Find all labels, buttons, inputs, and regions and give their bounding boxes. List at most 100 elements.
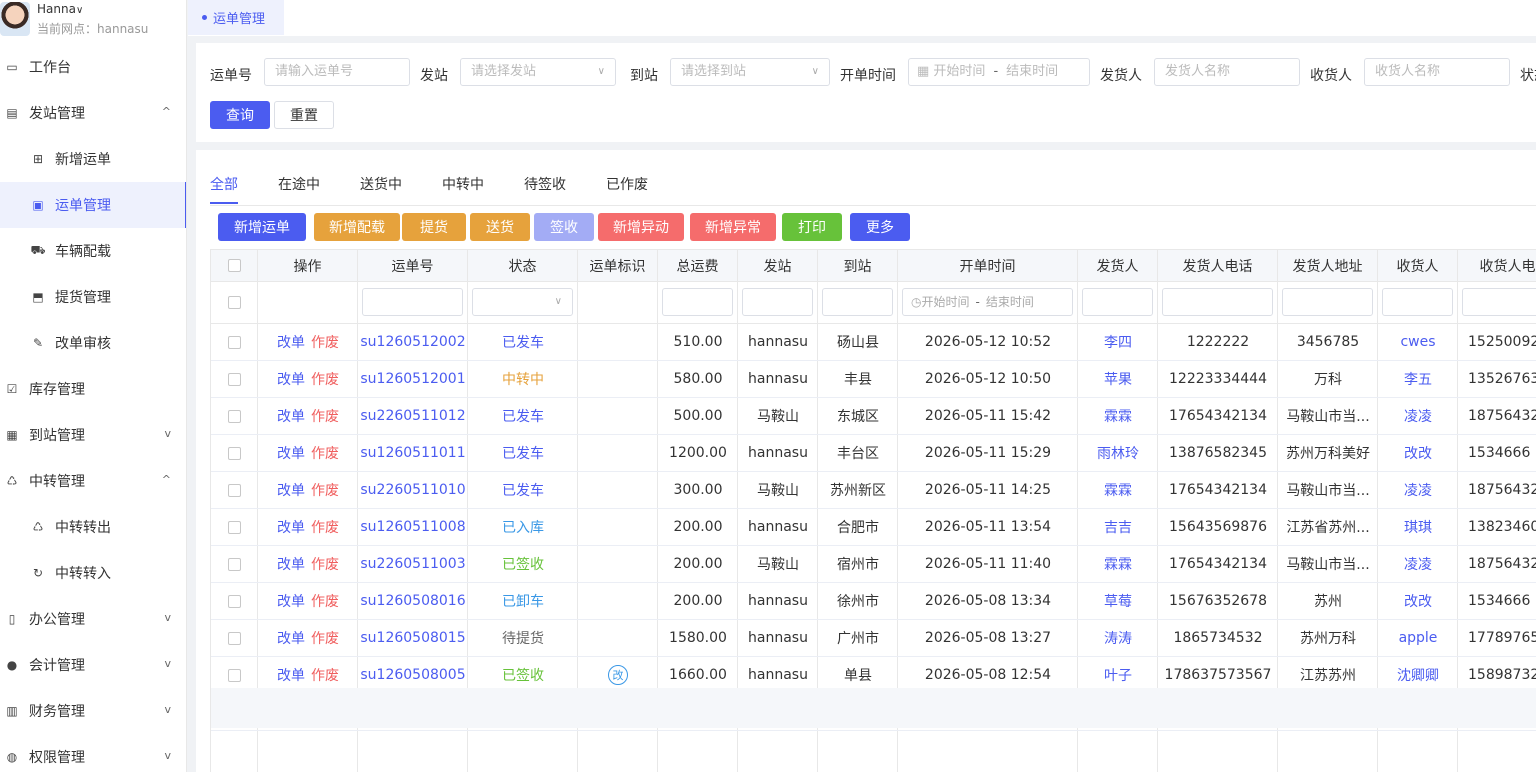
filter-checkbox[interactable]	[227, 296, 241, 309]
void-order-link[interactable]: 作废	[311, 369, 339, 389]
waybill-number-link[interactable]: su1260512002	[358, 324, 468, 360]
tab-status-6[interactable]: 已作废	[606, 174, 648, 194]
void-order-link[interactable]: 作废	[311, 443, 339, 463]
action-button-9[interactable]: 更多	[850, 213, 910, 241]
row-checkbox[interactable]	[228, 520, 241, 534]
filter-input-from[interactable]	[742, 288, 813, 316]
receiver-name-link[interactable]: 凌凌	[1378, 472, 1458, 508]
void-order-link[interactable]: 作废	[311, 665, 339, 685]
filter-input-fee[interactable]	[662, 288, 733, 316]
edit-order-link[interactable]: 改单	[277, 332, 305, 352]
sender-name-link[interactable]: 雨林玲	[1078, 435, 1158, 471]
filter-select-status[interactable]: ∨	[472, 288, 573, 316]
tab-status-1[interactable]: 全部	[210, 174, 238, 194]
action-button-7[interactable]: 新增异常	[690, 213, 776, 241]
waybill-number-link[interactable]: su1260508015	[358, 620, 468, 656]
action-button-6[interactable]: 新增异动	[598, 213, 684, 241]
waybill-number-link[interactable]: su2260511010	[358, 472, 468, 508]
filter-input-sender[interactable]	[1082, 288, 1153, 316]
row-checkbox[interactable]	[228, 668, 241, 682]
menu-item-14[interactable]: ● 会计管理 v	[0, 642, 186, 688]
filter-input-id[interactable]	[362, 288, 463, 316]
table-row[interactable]: 改单 作废 su2260511010 已发车 300.00 马鞍山 苏州新区 2026-05-…	[211, 472, 1536, 509]
action-button-1[interactable]: 新增运单	[218, 213, 306, 241]
sender-name-link[interactable]: 霖霖	[1078, 472, 1158, 508]
row-checkbox[interactable]	[228, 372, 241, 386]
menu-item-3[interactable]: ⊞ 新增运单	[0, 136, 186, 182]
edit-order-link[interactable]: 改单	[277, 517, 305, 537]
sender-name-link[interactable]: 霖霖	[1078, 398, 1158, 434]
action-button-4[interactable]: 送货	[470, 213, 530, 241]
menu-item-11[interactable]: ♺ 中转转出	[0, 504, 186, 550]
menu-item-10[interactable]: ♺ 中转管理 ^	[0, 458, 186, 504]
edit-order-link[interactable]: 改单	[277, 480, 305, 500]
receiver-name-link[interactable]: 凌凌	[1378, 546, 1458, 582]
void-order-link[interactable]: 作废	[311, 480, 339, 500]
action-button-3[interactable]: 提货	[402, 213, 466, 241]
edit-order-link[interactable]: 改单	[277, 591, 305, 611]
select-all-checkbox[interactable]	[227, 259, 241, 272]
table-row[interactable]: 改单 作废 su1260512001 中转中 580.00 hannasu 丰县 2026-0…	[211, 361, 1536, 398]
waybill-input[interactable]: 请输入运单号	[264, 58, 410, 86]
receiver-name-link[interactable]: apple	[1378, 620, 1458, 656]
menu-item-13[interactable]: ▯ 办公管理 v	[0, 596, 186, 642]
sender-name-link[interactable]: 草莓	[1078, 583, 1158, 619]
from-station-select[interactable]: 请选择发站 ∨	[460, 58, 616, 86]
menu-item-15[interactable]: ▥ 财务管理 v	[0, 688, 186, 734]
sender-name-link[interactable]: 吉吉	[1078, 509, 1158, 545]
void-order-link[interactable]: 作废	[311, 332, 339, 352]
waybill-number-link[interactable]: su2260511012	[358, 398, 468, 434]
menu-item-4[interactable]: ▣ 运单管理	[0, 182, 186, 228]
to-station-select[interactable]: 请选择到站 ∨	[670, 58, 830, 86]
menu-item-9[interactable]: ▦ 到站管理 v	[0, 412, 186, 458]
void-order-link[interactable]: 作废	[311, 591, 339, 611]
edit-order-link[interactable]: 改单	[277, 554, 305, 574]
table-row[interactable]: 改单 作废 su1260511011 已发车 1200.00 hannasu 丰台区 2026…	[211, 435, 1536, 472]
receiver-name-link[interactable]: cwes	[1378, 324, 1458, 360]
sender-input[interactable]: 发货人名称	[1154, 58, 1300, 86]
void-order-link[interactable]: 作废	[311, 628, 339, 648]
waybill-number-link[interactable]: su1260508016	[358, 583, 468, 619]
sender-name-link[interactable]: 霖霖	[1078, 546, 1158, 582]
edit-order-link[interactable]: 改单	[277, 369, 305, 389]
menu-item-5[interactable]: ⛟ 车辆配载	[0, 228, 186, 274]
filter-input-rphone[interactable]	[1462, 288, 1536, 316]
row-checkbox[interactable]	[228, 557, 241, 571]
receiver-name-link[interactable]: 凌凌	[1378, 398, 1458, 434]
sender-name-link[interactable]: 苹果	[1078, 361, 1158, 397]
avatar[interactable]	[0, 2, 30, 36]
user-menu[interactable]: Hanna∨	[37, 2, 83, 16]
table-row[interactable]: 改单 作废 su1260511008 已入库 200.00 hannasu 合肥市 2026-…	[211, 509, 1536, 546]
time-range-input[interactable]: ▦ 开始时间 - 结束时间	[908, 58, 1090, 86]
table-row[interactable]: 改单 作废 su1260512002 已发车 510.00 hannasu 砀山县 2026-…	[211, 324, 1536, 361]
row-checkbox[interactable]	[228, 631, 241, 645]
receiver-name-link[interactable]: 李五	[1378, 361, 1458, 397]
edit-order-link[interactable]: 改单	[277, 628, 305, 648]
user-panel[interactable]: Hanna∨ 当前网点：hannasu	[0, 0, 186, 40]
filter-time-range[interactable]: ◷开始时间 - 结束时间	[902, 288, 1073, 316]
menu-item-16[interactable]: ◍ 权限管理 v	[0, 734, 186, 772]
row-checkbox[interactable]	[228, 483, 241, 497]
reset-button[interactable]: 重置	[274, 101, 334, 129]
menu-item-8[interactable]: ☑ 库存管理	[0, 366, 186, 412]
void-order-link[interactable]: 作废	[311, 554, 339, 574]
edit-order-link[interactable]: 改单	[277, 665, 305, 685]
row-checkbox[interactable]	[228, 335, 241, 349]
void-order-link[interactable]: 作废	[311, 406, 339, 426]
receiver-input[interactable]: 收货人名称	[1364, 58, 1510, 86]
waybill-number-link[interactable]: su1260511011	[358, 435, 468, 471]
edit-order-link[interactable]: 改单	[277, 406, 305, 426]
row-checkbox[interactable]	[228, 594, 241, 608]
table-row[interactable]: 改单 作废 su2260511003 已签收 200.00 马鞍山 宿州市 2026-05-1…	[211, 546, 1536, 583]
waybill-number-link[interactable]: su1260511008	[358, 509, 468, 545]
action-button-5[interactable]: 签收	[534, 213, 594, 241]
receiver-name-link[interactable]: 改改	[1378, 435, 1458, 471]
action-button-8[interactable]: 打印	[782, 213, 842, 241]
receiver-name-link[interactable]: 改改	[1378, 583, 1458, 619]
edit-order-link[interactable]: 改单	[277, 443, 305, 463]
table-row[interactable]: 改单 作废 su1260508016 已卸车 200.00 hannasu 徐州市 2026-…	[211, 583, 1536, 620]
menu-item-12[interactable]: ↻ 中转转入	[0, 550, 186, 596]
waybill-number-link[interactable]: su1260512001	[358, 361, 468, 397]
menu-item-6[interactable]: ⬒ 提货管理	[0, 274, 186, 320]
void-order-link[interactable]: 作废	[311, 517, 339, 537]
